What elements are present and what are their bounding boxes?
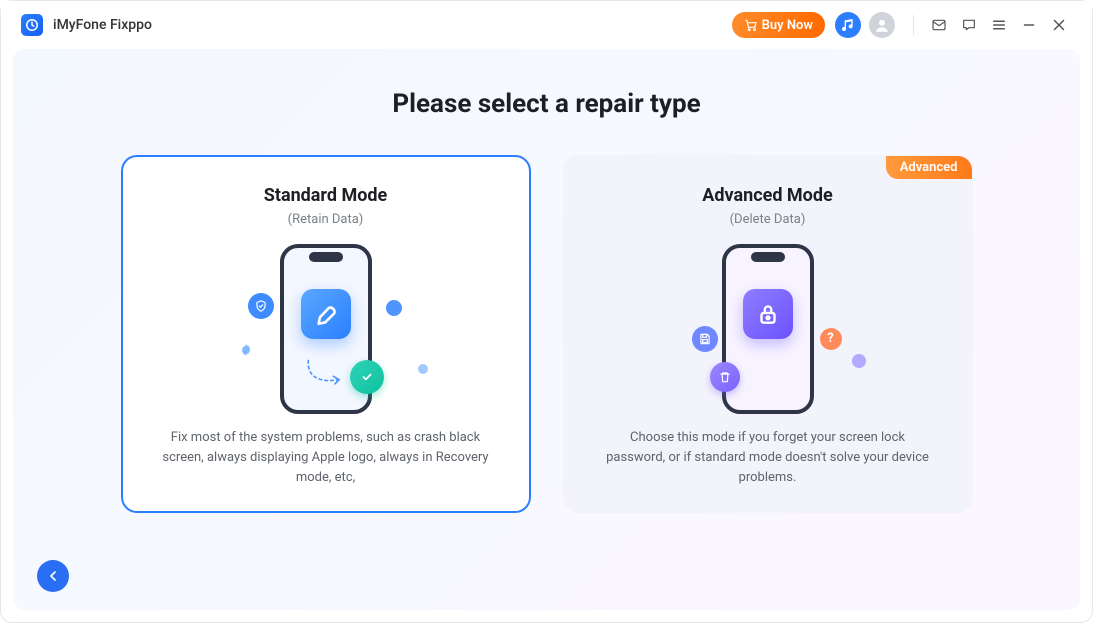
decor-dot bbox=[386, 300, 402, 316]
question-icon: ? bbox=[820, 328, 842, 350]
card-advanced-mode[interactable]: Advanced Advanced Mode (Delete Data) bbox=[563, 155, 973, 513]
standard-illustration bbox=[155, 241, 497, 416]
app-title: iMyFone Fixppo bbox=[53, 17, 152, 33]
close-button[interactable] bbox=[1044, 10, 1074, 40]
disk-icon bbox=[692, 326, 718, 352]
advanced-card-title: Advanced Mode bbox=[597, 185, 939, 206]
titlebar-divider bbox=[913, 15, 914, 35]
decor-dot bbox=[852, 354, 866, 368]
buy-now-button[interactable]: Buy Now bbox=[732, 12, 825, 38]
trash-icon bbox=[710, 362, 740, 392]
back-button[interactable] bbox=[37, 560, 69, 592]
check-icon bbox=[350, 360, 384, 394]
standard-card-subtitle: (Retain Data) bbox=[155, 212, 497, 227]
gear-icon bbox=[236, 340, 256, 360]
decor-dot bbox=[418, 364, 428, 374]
advanced-badge: Advanced bbox=[886, 156, 972, 179]
advanced-illustration: ? bbox=[597, 241, 939, 416]
feedback-icon[interactable] bbox=[954, 10, 984, 40]
app-logo bbox=[21, 14, 43, 36]
menu-icon[interactable] bbox=[984, 10, 1014, 40]
titlebar: iMyFone Fixppo Buy Now bbox=[1, 1, 1092, 49]
minimize-button[interactable] bbox=[1014, 10, 1044, 40]
profile-icon[interactable] bbox=[869, 12, 895, 38]
advanced-card-subtitle: (Delete Data) bbox=[597, 212, 939, 227]
content-area: Please select a repair type Standard Mod… bbox=[13, 49, 1080, 610]
shield-icon bbox=[248, 293, 274, 319]
buy-now-label: Buy Now bbox=[762, 18, 813, 33]
standard-card-title: Standard Mode bbox=[155, 185, 497, 206]
standard-card-description: Fix most of the system problems, such as… bbox=[155, 428, 497, 488]
page-heading: Please select a repair type bbox=[13, 89, 1080, 119]
music-icon[interactable] bbox=[835, 12, 861, 38]
card-standard-mode[interactable]: Standard Mode (Retain Data) bbox=[121, 155, 531, 513]
mail-icon[interactable] bbox=[924, 10, 954, 40]
advanced-card-description: Choose this mode if you forget your scre… bbox=[597, 428, 939, 488]
cards-row: Standard Mode (Retain Data) bbox=[13, 155, 1080, 513]
